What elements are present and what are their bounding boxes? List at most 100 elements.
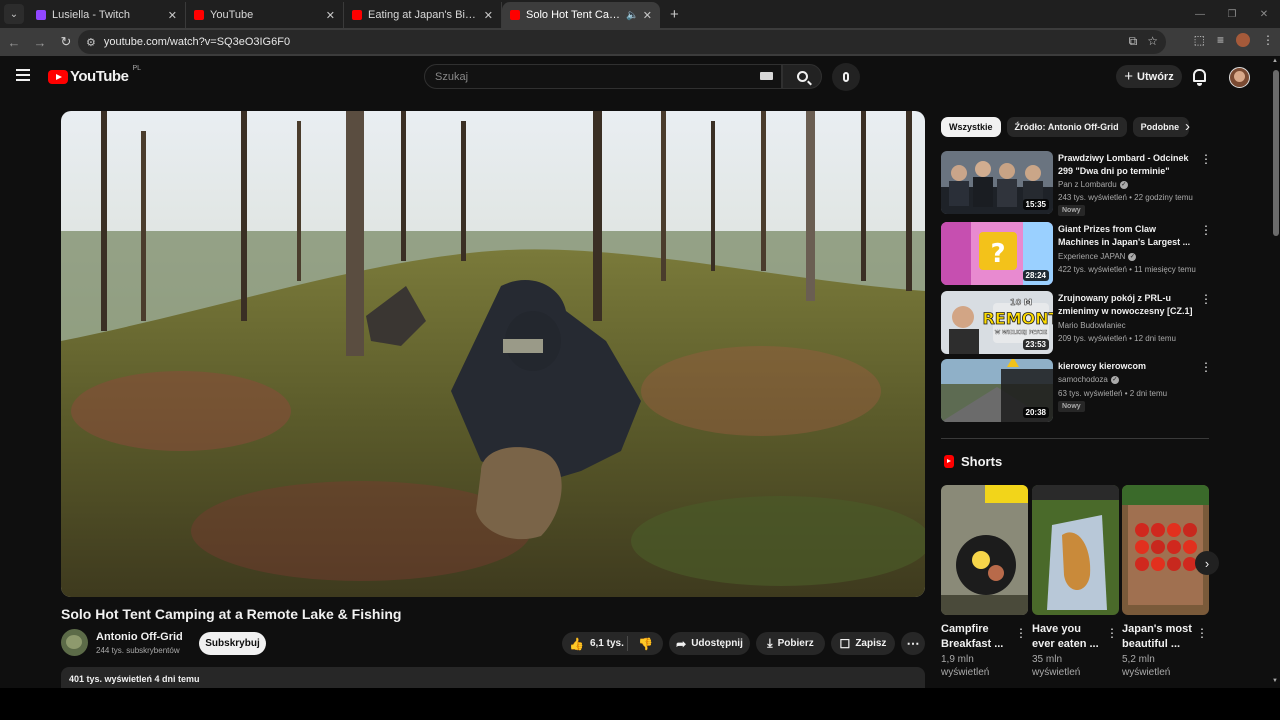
divider bbox=[941, 438, 1209, 439]
kebab-menu-icon[interactable]: ⋮ bbox=[1200, 360, 1212, 374]
video-player[interactable] bbox=[61, 111, 925, 597]
close-icon[interactable]: ✕ bbox=[484, 9, 493, 22]
new-badge: Nowy bbox=[1058, 205, 1085, 216]
like-count: 6,1 tys. bbox=[589, 638, 624, 649]
media-queue-icon[interactable]: ≡ bbox=[1217, 33, 1224, 47]
svg-text:?: ? bbox=[990, 239, 1005, 269]
short-thumbnail[interactable] bbox=[1122, 485, 1209, 615]
page-scrollbar[interactable]: ▲ ▼ bbox=[1272, 56, 1280, 688]
video-thumbnail[interactable]: 10 M REMONT W WIELKIEJ PŁYCIE 23:53 bbox=[941, 291, 1053, 354]
video-frame-forest-scene bbox=[61, 111, 925, 597]
short-item[interactable]: Japan's most beautiful ... ⋮ 5,2 mln wyś… bbox=[1122, 485, 1209, 678]
short-thumbnail[interactable] bbox=[1032, 485, 1119, 615]
dislike-button[interactable]: 👎 bbox=[628, 637, 663, 651]
thumb-text-sub: W WIELKIEJ PŁYCIE bbox=[995, 330, 1048, 336]
rec-channel-name: samochodoza bbox=[1058, 375, 1108, 384]
logo-text: YouTube bbox=[70, 68, 129, 85]
chip-from-channel[interactable]: Źródło: Antonio Off-Grid bbox=[1006, 117, 1127, 137]
channel-avatar[interactable] bbox=[61, 629, 88, 656]
browser-tab-active[interactable]: Solo Hot Tent Camping at a 🔈 ✕ bbox=[502, 2, 660, 28]
short-item[interactable]: Campfire Breakfast ... ⋮ 1,9 mln wyświet… bbox=[941, 485, 1028, 678]
channel-name[interactable]: Antonio Off-Grid bbox=[96, 631, 183, 643]
search-input[interactable]: Szukaj bbox=[424, 64, 782, 89]
save-playlist-icon: ☐ bbox=[839, 636, 851, 651]
forward-arrow-icon[interactable]: → bbox=[28, 30, 52, 54]
rec-meta: 243 tys. wyświetleń • 22 godziny temu bbox=[1058, 193, 1193, 202]
scroll-down-icon[interactable]: ▼ bbox=[1272, 678, 1278, 684]
short-thumbnail[interactable] bbox=[941, 485, 1028, 615]
save-button[interactable]: ☐ Zapisz bbox=[831, 632, 895, 655]
recommendation-item[interactable]: 10 M REMONT W WIELKIEJ PŁYCIE 23:53 Zruj… bbox=[941, 291, 1212, 355]
user-avatar[interactable] bbox=[1229, 67, 1250, 88]
recommendation-item[interactable]: ? 28:24 Giant Prizes from Claw Machines … bbox=[941, 222, 1212, 286]
kebab-menu-icon[interactable]: ⋮ bbox=[1196, 626, 1208, 640]
duration-badge: 20:38 bbox=[1022, 407, 1049, 418]
new-badge: Nowy bbox=[1058, 401, 1085, 412]
chevron-right-icon[interactable]: › bbox=[1185, 118, 1190, 135]
youtube-logo[interactable]: YouTube PL bbox=[48, 65, 141, 85]
rec-channel: Experience JAPAN ✓ bbox=[1058, 252, 1137, 261]
tab-title: Solo Hot Tent Camping at a bbox=[526, 9, 622, 21]
profile-avatar[interactable] bbox=[1236, 33, 1250, 47]
bookmark-star-icon[interactable]: ☆ bbox=[1147, 34, 1158, 49]
extensions-icon[interactable]: ⬚ bbox=[1194, 33, 1205, 47]
scrollbar-thumb[interactable] bbox=[1273, 70, 1279, 236]
share-button[interactable]: ➦ Udostępnij bbox=[669, 632, 750, 655]
video-thumbnail[interactable]: ? 28:24 bbox=[941, 222, 1053, 285]
plus-icon: + bbox=[1124, 68, 1134, 85]
kebab-menu-icon[interactable]: ⋮ bbox=[1106, 626, 1118, 640]
hamburger-menu-icon[interactable] bbox=[16, 69, 30, 84]
browser-tab[interactable]: Lusiella - Twitch ✕ bbox=[28, 2, 186, 28]
rec-title: Prawdziwy Lombard - Odcinek 299 "Dwa dni… bbox=[1058, 153, 1189, 176]
minimize-icon[interactable]: — bbox=[1184, 0, 1216, 28]
notifications-bell-icon[interactable] bbox=[1193, 69, 1206, 86]
more-actions-button[interactable]: ⋯ bbox=[901, 632, 925, 655]
install-app-icon[interactable]: ⧉ bbox=[1129, 34, 1138, 49]
kebab-menu-icon[interactable]: ⋮ bbox=[1015, 626, 1027, 640]
browser-tab[interactable]: Eating at Japan's Biggest Vendi ✕ bbox=[344, 2, 502, 28]
keyboard-icon[interactable] bbox=[760, 72, 773, 80]
thumb-text-main: REMONT bbox=[982, 309, 1053, 328]
taskbar-area bbox=[0, 688, 1280, 720]
subscribe-button[interactable]: Subskrybuj bbox=[199, 632, 266, 655]
recommendation-item[interactable]: 20:38 kierowcy kierowcom samochodoza ✓ 6… bbox=[941, 359, 1212, 423]
close-icon[interactable]: ✕ bbox=[168, 9, 177, 22]
chip-all[interactable]: Wszystkie bbox=[941, 117, 1001, 137]
reload-icon[interactable]: ↻ bbox=[54, 30, 78, 54]
speaker-icon[interactable]: 🔈 bbox=[626, 10, 638, 21]
back-arrow-icon[interactable]: ← bbox=[2, 30, 26, 54]
thumbnail-tomatoes bbox=[1122, 485, 1209, 615]
voice-search-button[interactable] bbox=[832, 63, 860, 91]
kebab-menu-icon[interactable]: ⋮ bbox=[1200, 223, 1212, 237]
search-button[interactable] bbox=[782, 64, 822, 89]
close-icon[interactable]: ✕ bbox=[643, 9, 652, 22]
kebab-menu-icon[interactable]: ⋮ bbox=[1200, 292, 1212, 306]
video-thumbnail[interactable]: 15:35 bbox=[941, 151, 1053, 214]
short-item[interactable]: Have you ever eaten ... ⋮ 35 mln wyświet… bbox=[1032, 485, 1119, 678]
browser-tab[interactable]: YouTube ✕ bbox=[186, 2, 344, 28]
create-button[interactable]: + Utwórz bbox=[1116, 65, 1182, 88]
rec-channel: Pan z Lombardu ✓ bbox=[1058, 180, 1128, 189]
chip-related[interactable]: Podobne bbox=[1132, 117, 1189, 137]
description-box[interactable]: 401 tys. wyświetleń 4 dni temu bbox=[61, 667, 925, 688]
rec-meta: 209 tys. wyświetleń • 12 dni temu bbox=[1058, 334, 1176, 343]
shorts-heading-text: Shorts bbox=[961, 454, 1003, 469]
kebab-menu-icon[interactable]: ⋮ bbox=[1200, 152, 1212, 166]
video-thumbnail[interactable]: 20:38 bbox=[941, 359, 1053, 422]
maximize-icon[interactable]: ❐ bbox=[1216, 0, 1248, 28]
tab-search-button[interactable]: ⌄ bbox=[4, 4, 24, 24]
kebab-menu-icon[interactable]: ⋮ bbox=[1262, 33, 1274, 47]
browser-toolbar: ← → ↻ ⚙ youtube.com/watch?v=SQ3eO3IG6F0 … bbox=[0, 28, 1280, 56]
like-button[interactable]: 👍 6,1 tys. bbox=[562, 636, 628, 651]
address-bar[interactable]: ⚙ youtube.com/watch?v=SQ3eO3IG6F0 ⧉ ☆ bbox=[78, 30, 1166, 54]
download-button[interactable]: ⤓ Pobierz bbox=[756, 632, 825, 655]
close-icon[interactable]: ✕ bbox=[326, 9, 335, 22]
recommendation-item[interactable]: 15:35 Prawdziwy Lombard - Odcinek 299 "D… bbox=[941, 151, 1212, 216]
scroll-up-icon[interactable]: ▲ bbox=[1272, 58, 1278, 64]
short-views: 35 mln wyświetleń bbox=[1032, 654, 1081, 678]
close-window-icon[interactable]: ✕ bbox=[1248, 0, 1280, 28]
site-settings-icon[interactable]: ⚙ bbox=[86, 36, 96, 49]
like-dislike-group: 👍 6,1 tys. 👎 bbox=[562, 632, 663, 655]
shorts-next-chevron-icon[interactable]: › bbox=[1195, 551, 1219, 575]
new-tab-plus-icon[interactable]: + bbox=[670, 6, 679, 23]
